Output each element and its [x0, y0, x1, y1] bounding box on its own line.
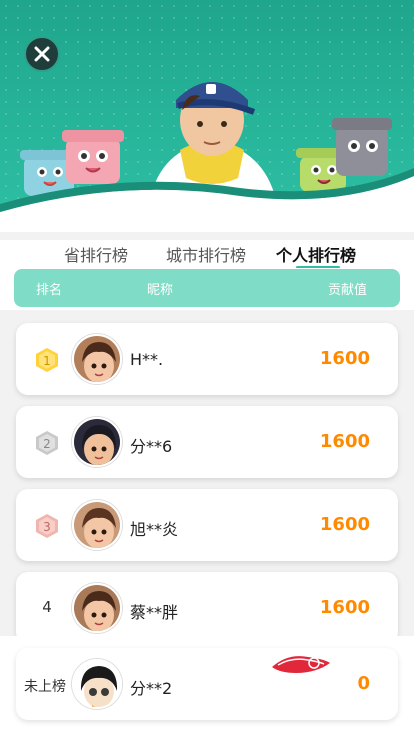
column-header-bar: 排名 昵称 贡献值 — [14, 269, 400, 307]
red-logo-icon — [272, 656, 330, 673]
grey-bin-mascot — [332, 118, 392, 176]
self-rank-status: 未上榜 — [24, 679, 66, 695]
avatar — [72, 417, 122, 467]
svg-text:2: 2 — [43, 437, 51, 451]
tab-province[interactable]: 省排行榜 — [64, 242, 128, 266]
pink-bin-mascot — [62, 130, 124, 184]
rank-number: 4 — [42, 598, 52, 616]
column-rank: 排名 — [36, 283, 63, 298]
rank-gold-badge-icon: 1 — [34, 347, 60, 373]
column-nickname: 昵称 — [147, 283, 174, 298]
column-contribution: 贡献值 — [328, 283, 368, 298]
hero-banner — [0, 0, 414, 232]
table-row[interactable]: 4 蔡**胖 1600 — [16, 572, 398, 644]
contribution-score: 1600 — [319, 348, 370, 369]
avatar — [72, 583, 122, 633]
svg-text:3: 3 — [43, 520, 51, 534]
contribution-score: 1600 — [319, 431, 370, 452]
rank-silver-badge-icon: 2 — [34, 430, 60, 456]
nickname: 旭**炎 — [130, 520, 179, 539]
contribution-score: 1600 — [319, 597, 370, 618]
avatar — [72, 500, 122, 550]
table-row[interactable]: 3 旭**炎 1600 — [16, 489, 398, 561]
avatar — [72, 334, 122, 384]
ranking-tabs: 省排行榜 城市排行榜 个人排行榜 — [0, 240, 414, 269]
table-row[interactable]: 2 分**6 1600 — [16, 406, 398, 478]
table-row[interactable]: 1 H**. 1600 — [16, 323, 398, 395]
contribution-score: 1600 — [319, 514, 370, 535]
svg-text:1: 1 — [43, 354, 51, 368]
rank-bronze-badge-icon: 3 — [34, 513, 60, 539]
hero-illustration — [0, 82, 414, 232]
tab-city[interactable]: 城市排行榜 — [166, 242, 246, 266]
nickname: H**. — [130, 350, 164, 369]
nickname: 分**6 — [130, 437, 173, 456]
self-contribution-score: 0 — [357, 673, 370, 694]
nickname: 蔡**胖 — [130, 603, 179, 622]
self-nickname: 分**2 — [130, 679, 173, 698]
tab-personal[interactable]: 个人排行榜 — [276, 242, 356, 266]
close-button[interactable] — [24, 36, 60, 72]
self-rank-row[interactable]: 未上榜 分**2 0 — [16, 648, 398, 720]
self-avatar — [72, 659, 122, 709]
close-icon — [34, 46, 50, 62]
